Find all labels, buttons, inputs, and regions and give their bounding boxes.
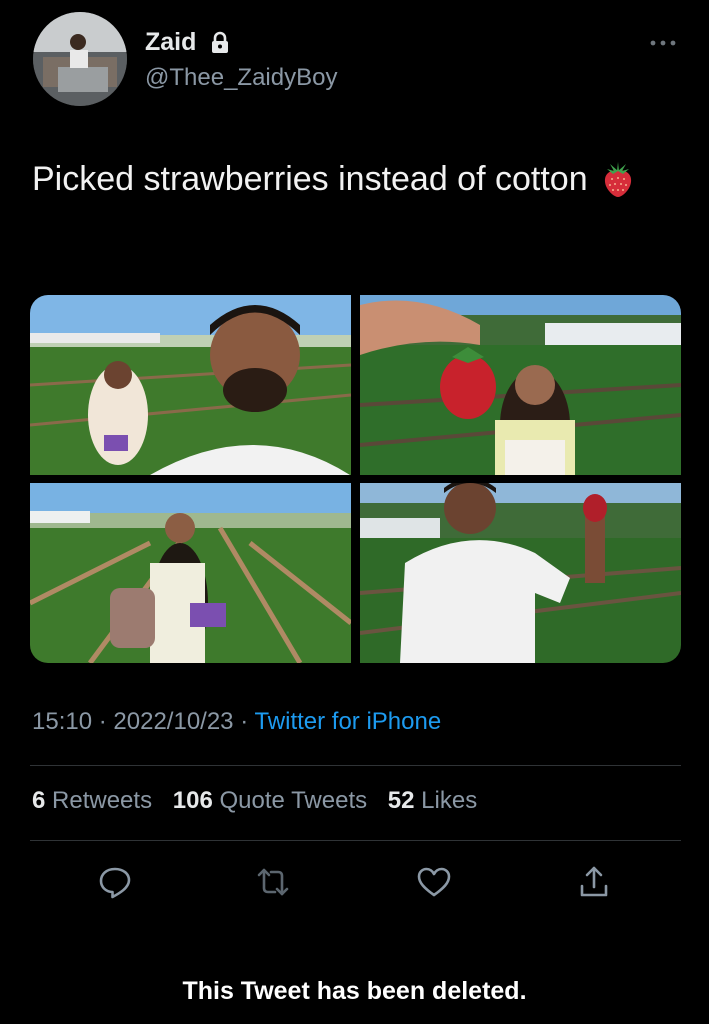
- share-icon[interactable]: [576, 864, 612, 900]
- tweet-time[interactable]: 15:10: [32, 708, 92, 735]
- avatar[interactable]: [33, 12, 127, 106]
- handle[interactable]: @Thee_ZaidyBoy: [145, 64, 337, 92]
- photo-2[interactable]: [360, 295, 681, 475]
- retweet-icon[interactable]: [255, 864, 291, 900]
- like-icon[interactable]: [416, 864, 452, 900]
- retweets-stat[interactable]: 6 Retweets: [32, 787, 152, 814]
- meta-separator: ·: [98, 708, 107, 735]
- likes-count: 52: [387, 787, 415, 814]
- tweet-date[interactable]: 2022/10/23: [113, 708, 233, 735]
- likes-label: Likes: [421, 787, 478, 814]
- reply-icon[interactable]: [97, 864, 133, 900]
- deleted-notice: This Tweet has been deleted.: [182, 977, 527, 1005]
- tweet-text: Picked strawberries instead of cotton: [32, 152, 672, 207]
- media-grid: [30, 295, 681, 663]
- strawberry-icon: [604, 162, 632, 197]
- tweet-meta: 15:10 · 2022/10/23 · Twitter for iPhone: [32, 708, 441, 736]
- meta-separator: ·: [240, 708, 249, 735]
- photo-4[interactable]: [360, 483, 681, 663]
- quote-tweets-stat[interactable]: 106 Quote Tweets: [173, 787, 367, 814]
- divider: [30, 765, 681, 766]
- tweet-stats: 6 Retweets 106 Quote Tweets 52 Likes: [32, 787, 491, 815]
- more-options-icon[interactable]: [648, 38, 678, 48]
- retweets-count: 6: [32, 787, 46, 814]
- retweets-label: Retweets: [52, 787, 153, 814]
- photo-3[interactable]: [30, 483, 351, 663]
- display-name[interactable]: Zaid: [145, 28, 196, 57]
- quote-tweets-count: 106: [172, 787, 213, 814]
- tweet-body: Picked strawberries instead of cotton: [32, 160, 588, 198]
- photo-1[interactable]: [30, 295, 351, 475]
- tweet-source-link[interactable]: Twitter for iPhone: [254, 708, 441, 735]
- lock-icon: [212, 31, 228, 53]
- quote-tweets-label: Quote Tweets: [219, 787, 368, 814]
- divider: [30, 840, 681, 841]
- likes-stat[interactable]: 52 Likes: [388, 787, 477, 814]
